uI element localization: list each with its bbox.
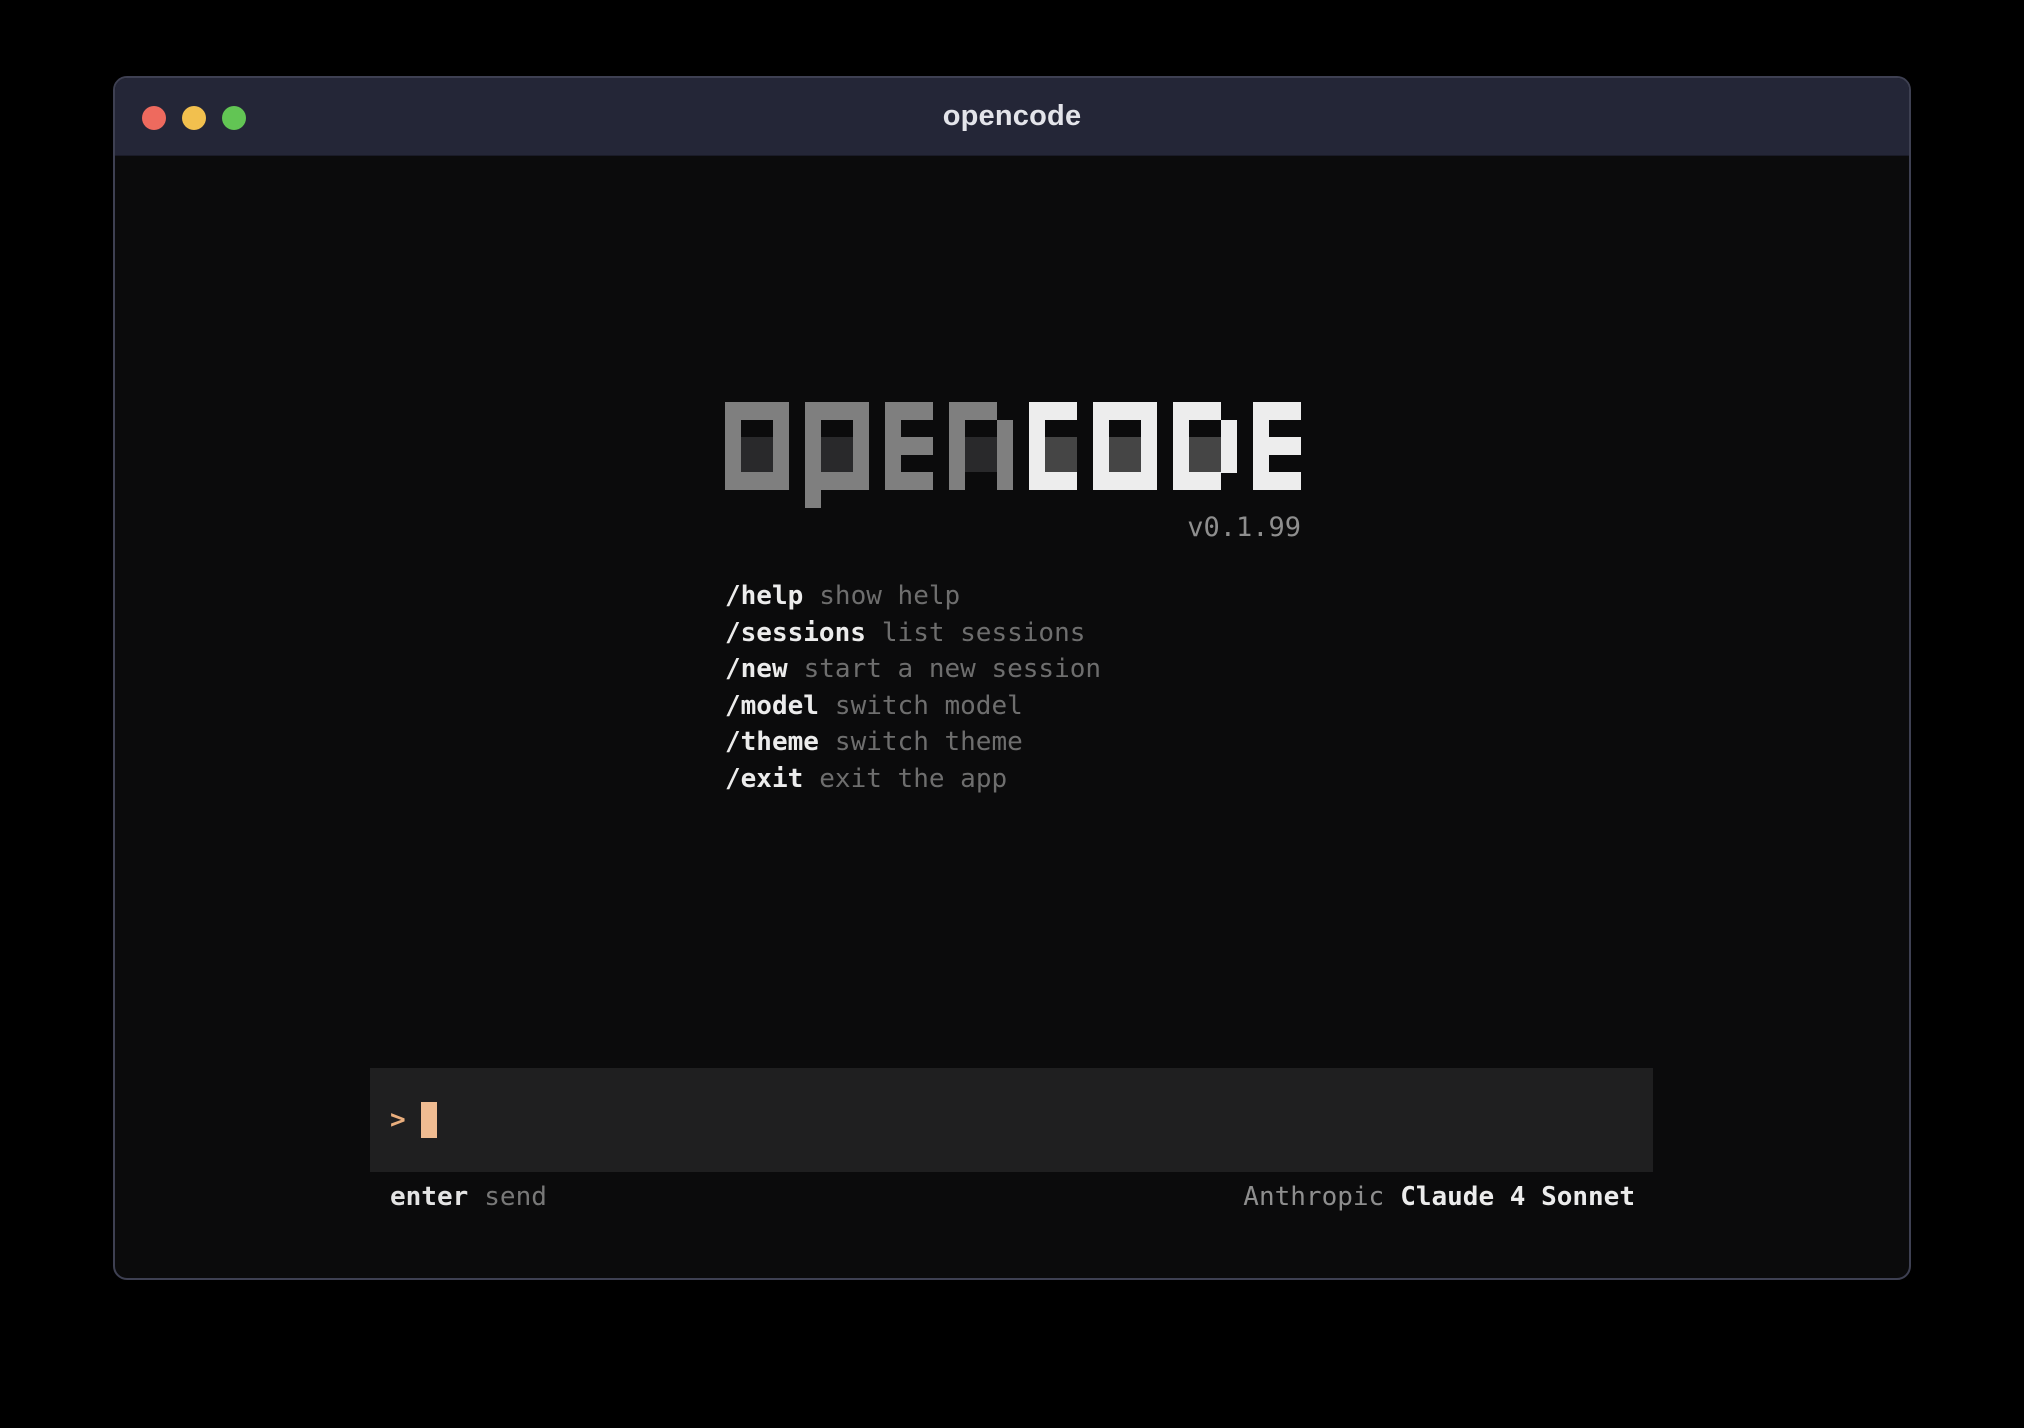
- titlebar[interactable]: opencode: [115, 78, 1909, 156]
- command-row: /theme switch theme: [725, 724, 1101, 761]
- command-name: /help: [725, 581, 803, 611]
- send-action-label: send: [484, 1182, 547, 1212]
- close-button[interactable]: [142, 106, 166, 130]
- statusbar: enter send Anthropic Claude 4 Sonnet: [370, 1180, 1653, 1214]
- command-row: /new start a new session: [725, 651, 1101, 688]
- command-desc: list sessions: [882, 618, 1086, 648]
- zoom-button[interactable]: [222, 106, 246, 130]
- version-label: v0.1.99: [725, 512, 1301, 543]
- model-indicator[interactable]: Anthropic Claude 4 Sonnet: [1243, 1182, 1635, 1212]
- send-hint: enter send: [390, 1182, 547, 1212]
- command-list: /help show help /sessions list sessions /n…: [725, 578, 1101, 797]
- message-input[interactable]: >: [370, 1068, 1653, 1172]
- window-controls: [142, 106, 246, 130]
- command-name: /new: [725, 654, 788, 684]
- prompt-chevron: >: [390, 1105, 406, 1135]
- command-desc: start a new session: [804, 654, 1101, 684]
- command-desc: switch model: [835, 691, 1023, 721]
- command-row: /sessions list sessions: [725, 615, 1101, 652]
- enter-key-label: enter: [390, 1182, 468, 1212]
- command-desc: exit the app: [819, 764, 1007, 794]
- text-cursor: [421, 1102, 437, 1138]
- minimize-button[interactable]: [182, 106, 206, 130]
- command-name: /exit: [725, 764, 803, 794]
- command-name: /sessions: [725, 618, 866, 648]
- app-window: opencode: [113, 76, 1911, 1280]
- command-desc: switch theme: [835, 727, 1023, 757]
- command-name: /theme: [725, 727, 819, 757]
- provider-label: Anthropic: [1243, 1182, 1384, 1212]
- window-title: opencode: [943, 100, 1082, 133]
- command-row: /model switch model: [725, 688, 1101, 725]
- opencode-logo: [725, 402, 1301, 508]
- model-label: Claude 4 Sonnet: [1400, 1182, 1635, 1212]
- command-desc: show help: [819, 581, 960, 611]
- command-row: /help show help: [725, 578, 1101, 615]
- command-name: /model: [725, 691, 819, 721]
- command-row: /exit exit the app: [725, 761, 1101, 798]
